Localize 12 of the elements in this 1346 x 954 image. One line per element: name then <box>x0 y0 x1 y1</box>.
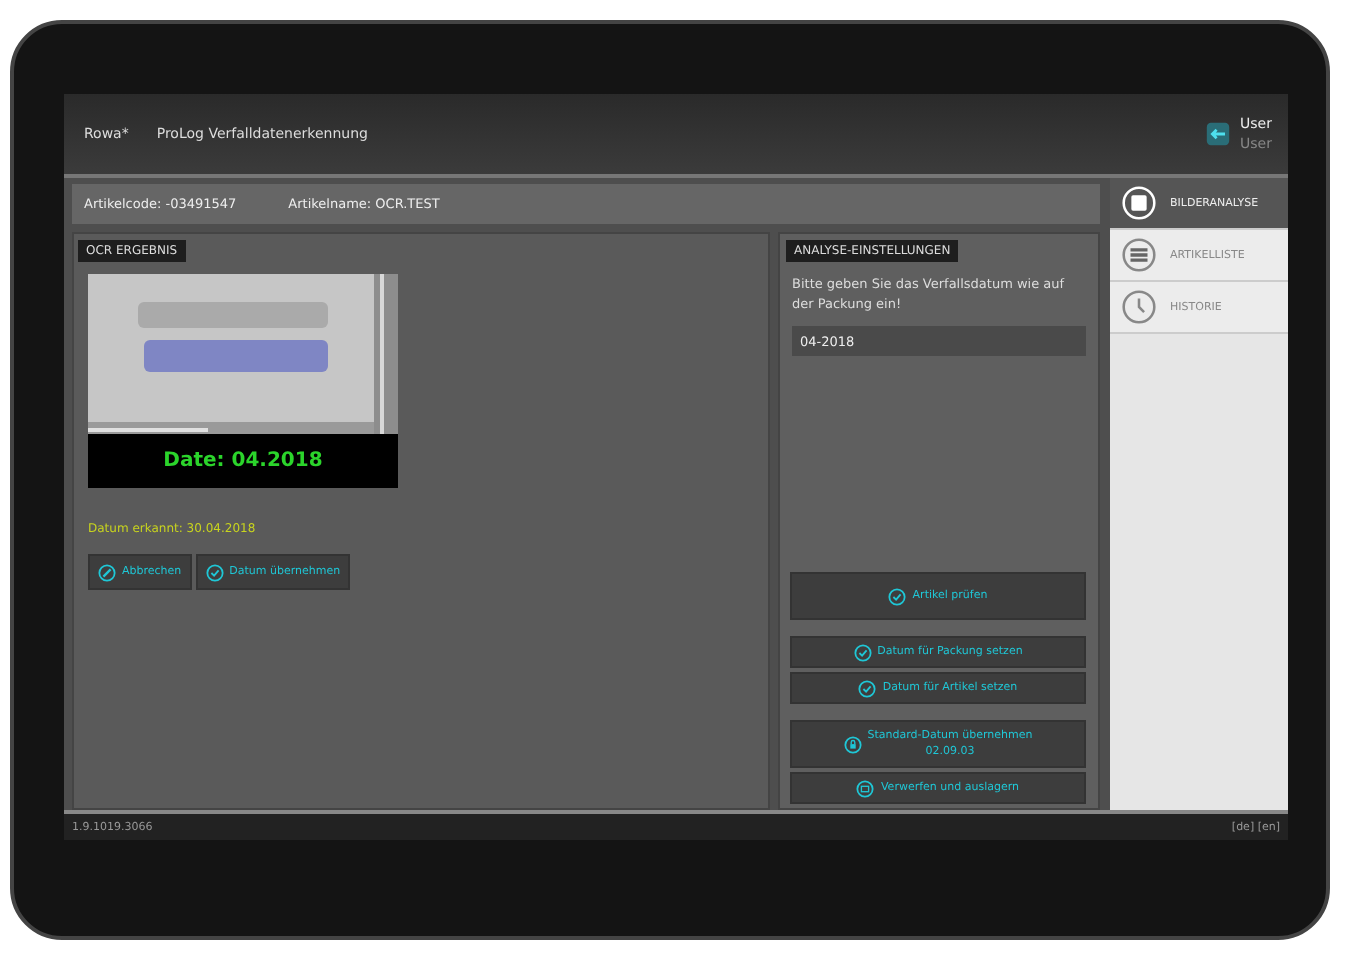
box-icon <box>856 779 875 797</box>
date-overlay: Date: 04.2018 <box>88 434 398 488</box>
logout-icon[interactable] <box>1204 120 1233 148</box>
list-icon <box>1122 238 1156 272</box>
clock-icon <box>1122 290 1156 324</box>
check-circle-icon <box>853 643 872 661</box>
lock-icon <box>843 735 862 753</box>
check-circle-icon <box>858 679 877 697</box>
pencil-icon <box>98 563 116 581</box>
image-icon <box>1122 186 1156 220</box>
check-circle-icon <box>205 563 224 581</box>
check-circle-icon <box>888 587 907 605</box>
